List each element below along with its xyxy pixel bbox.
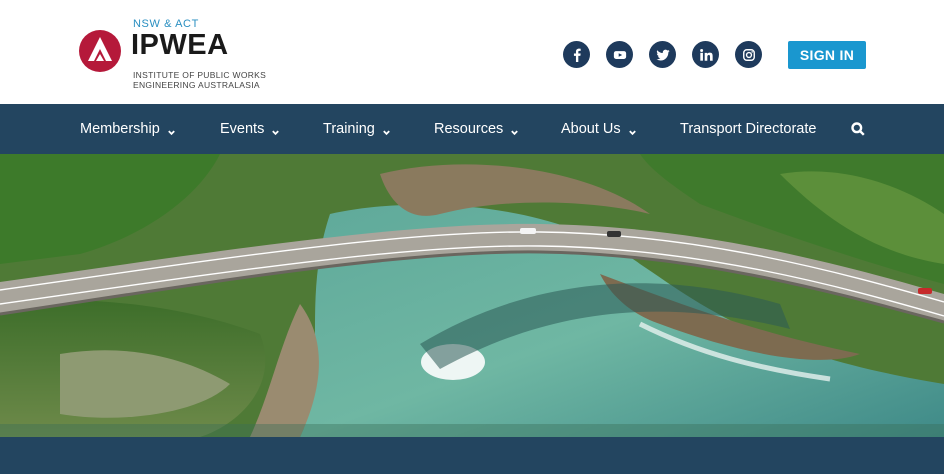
nav-item-training[interactable]: Training [323, 104, 391, 154]
linkedin-icon[interactable] [692, 41, 719, 68]
social-links [563, 41, 762, 68]
instagram-icon[interactable] [735, 41, 762, 68]
nav-item-transport-directorate[interactable]: Transport Directorate [680, 104, 816, 154]
chevron-down-icon [382, 125, 391, 135]
nav-item-label: Membership [80, 121, 160, 137]
chevron-down-icon [167, 125, 176, 135]
logo-wordmark: IPWEA [131, 29, 229, 61]
youtube-icon[interactable] [606, 41, 633, 68]
chevron-down-icon [271, 125, 280, 135]
ipwea-logo[interactable]: NSW & ACT IPWEA INSTITUTE OF PUBLIC WORK… [79, 16, 279, 96]
chevron-down-icon [510, 125, 519, 135]
nav-item-events[interactable]: Events [220, 104, 280, 154]
nav-item-label: Training [323, 121, 375, 137]
sign-in-button[interactable]: SIGN IN [788, 41, 866, 69]
site-header: NSW & ACT IPWEA INSTITUTE OF PUBLIC WORK… [0, 0, 944, 104]
search-icon[interactable] [851, 122, 865, 136]
ipwea-logo-mark-icon [79, 30, 121, 72]
logo-subtitle-line-1: INSTITUTE OF PUBLIC WORKS [133, 70, 267, 80]
nav-item-label: Transport Directorate [680, 121, 817, 137]
nav-item-label: Events [220, 121, 265, 137]
facebook-icon[interactable] [563, 41, 590, 68]
chevron-down-icon [628, 125, 637, 135]
nav-item-membership[interactable]: Membership [80, 104, 176, 154]
nav-item-label: Resources [434, 121, 504, 137]
content-band [0, 437, 944, 474]
main-nav: Membership Events Training Resources Abo… [0, 104, 944, 154]
logo-subtitle: INSTITUTE OF PUBLIC WORKS ENGINEERING AU… [133, 70, 266, 90]
twitter-icon[interactable] [649, 41, 676, 68]
hero-image-bridge-aerial [0, 154, 944, 437]
logo-subtitle-line-2: ENGINEERING AUSTRALASIA [133, 80, 260, 90]
nav-item-label: About Us [561, 121, 621, 137]
nav-item-resources[interactable]: Resources [434, 104, 519, 154]
nav-item-about-us[interactable]: About Us [561, 104, 637, 154]
